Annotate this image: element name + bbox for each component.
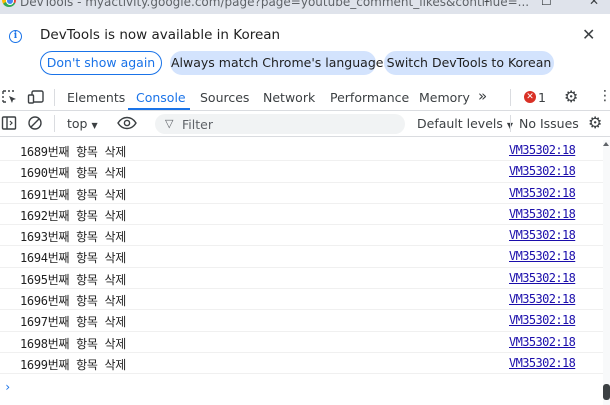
console-message-row: 1692번째 항목 삭제 VM35302:18 xyxy=(0,204,603,226)
console-message-text: 1692번째 항목 삭제 xyxy=(20,208,126,223)
console-message-text: 1694번째 항목 삭제 xyxy=(20,251,126,266)
kebab-menu-icon[interactable]: ⋮ xyxy=(598,89,610,103)
console-message-text: 1697번째 항목 삭제 xyxy=(20,315,126,330)
clear-console-icon[interactable] xyxy=(27,115,45,131)
console-message-row: 1693번째 항목 삭제 VM35302:18 xyxy=(0,225,603,247)
source-link[interactable]: VM35302:18 xyxy=(509,164,576,178)
toolbar-divider xyxy=(54,115,55,132)
infobar-message: DevTools is now available in Korean xyxy=(40,27,281,43)
source-link[interactable]: VM35302:18 xyxy=(509,143,576,157)
filter-icon: ▽ xyxy=(165,117,174,130)
filter-input[interactable] xyxy=(182,116,392,132)
inspect-element-icon[interactable] xyxy=(1,89,19,105)
window-titlebar: DevTools - myactivity.google.com/page?pa… xyxy=(0,0,610,14)
dont-show-again-button[interactable]: Don't show again xyxy=(40,51,162,75)
source-link[interactable]: VM35302:18 xyxy=(509,313,576,327)
console-message-text: 1696번째 항목 삭제 xyxy=(20,294,126,309)
source-link[interactable]: VM35302:18 xyxy=(509,356,576,370)
tab-performance[interactable]: Performance xyxy=(330,90,409,105)
console-message-text: 1690번째 항목 삭제 xyxy=(20,166,126,181)
console-message-row: 1695번째 항목 삭제 VM35302:18 xyxy=(0,268,603,290)
console-message-row: 1699번째 항목 삭제 VM35302:18 xyxy=(0,353,603,375)
error-count[interactable]: 1 xyxy=(538,90,546,105)
tab-network[interactable]: Network xyxy=(263,90,315,105)
console-message-row: 1689번째 항목 삭제 VM35302:18 xyxy=(0,140,603,162)
settings-gear-icon[interactable]: ⚙ xyxy=(564,87,578,106)
context-label: top xyxy=(67,116,88,131)
console-message-row: 1690번째 항목 삭제 VM35302:18 xyxy=(0,161,603,183)
console-message-row: 1694번째 항목 삭제 VM35302:18 xyxy=(0,246,603,268)
error-icon[interactable]: ✕ xyxy=(524,91,536,103)
console-message-text: 1698번째 항목 삭제 xyxy=(20,336,126,351)
console-message-text: 1693번째 항목 삭제 xyxy=(20,230,126,245)
console-message-row: 1696번째 항목 삭제 VM35302:18 xyxy=(0,289,603,311)
window-title: DevTools - myactivity.google.com/page?pa… xyxy=(20,0,530,9)
tab-elements[interactable]: Elements xyxy=(67,90,125,105)
tab-memory[interactable]: Memory xyxy=(419,90,470,105)
maximize-icon[interactable]: ☐ xyxy=(541,0,552,8)
console-message-row: 1697번째 항목 삭제 VM35302:18 xyxy=(0,310,603,332)
language-infobar: i DevTools is now available in Korean ✕ … xyxy=(0,14,610,84)
source-link[interactable]: VM35302:18 xyxy=(509,207,576,221)
filter-box[interactable]: ▽ xyxy=(155,114,405,134)
console-message-text: 1691번째 항목 삭제 xyxy=(20,187,126,202)
scrollbar-thumb[interactable] xyxy=(603,384,610,400)
source-link[interactable]: VM35302:18 xyxy=(509,292,576,306)
console-message-text: 1689번째 항목 삭제 xyxy=(20,145,126,159)
source-link[interactable]: VM35302:18 xyxy=(509,335,576,349)
eye-icon[interactable] xyxy=(117,116,137,130)
console-message-row: 1691번째 항목 삭제 VM35302:18 xyxy=(0,183,603,204)
issues-counter[interactable]: No Issues xyxy=(519,116,579,131)
scroll-up-icon[interactable] xyxy=(603,142,609,146)
toolbar-divider xyxy=(54,89,55,106)
switch-to-korean-button[interactable]: Switch DevTools to Korean xyxy=(384,51,554,75)
source-link[interactable]: VM35302:18 xyxy=(509,249,576,263)
sidebar-toggle-icon[interactable] xyxy=(1,115,19,131)
close-icon[interactable]: ✕ xyxy=(582,26,595,44)
source-link[interactable]: VM35302:18 xyxy=(509,271,576,285)
console-message-row: 1698번째 항목 삭제 VM35302:18 xyxy=(0,332,603,353)
toolbar-divider xyxy=(510,89,511,106)
console-message-text: 1699번째 항목 삭제 xyxy=(20,357,126,372)
console-output[interactable]: 1689번째 항목 삭제 VM35302:18 1690번째 항목 삭제 VM353… xyxy=(0,140,603,405)
default-levels-label: Default levels xyxy=(417,116,503,131)
devtools-tabbar: Elements Console Sources Network Perform… xyxy=(0,84,610,111)
info-icon: i xyxy=(9,30,22,43)
console-settings-gear-icon[interactable]: ⚙ xyxy=(588,113,602,132)
minimize-icon[interactable]: – xyxy=(484,0,490,8)
chrome-logo-icon xyxy=(2,0,16,7)
tab-console[interactable]: Console xyxy=(136,90,186,105)
tab-sources[interactable]: Sources xyxy=(200,90,249,105)
window-close-icon[interactable]: ✕ xyxy=(589,0,599,8)
caret-down-icon: ▼ xyxy=(91,121,98,130)
source-link[interactable]: VM35302:18 xyxy=(509,186,576,200)
console-scrollbar[interactable] xyxy=(603,140,610,405)
console-prompt-icon[interactable]: › xyxy=(4,380,11,394)
console-message-text: 1695번째 항목 삭제 xyxy=(20,272,126,287)
device-toolbar-icon[interactable] xyxy=(27,89,45,105)
toolbar-divider xyxy=(510,115,511,132)
context-selector[interactable]: top ▼ xyxy=(67,116,98,131)
console-filterbar: top▼ ▽ Default levels▼ No Issues ⚙ xyxy=(0,111,610,137)
active-tab-indicator xyxy=(128,108,190,110)
default-levels-dropdown[interactable]: Default levels▼ xyxy=(417,116,513,131)
always-match-language-button[interactable]: Always match Chrome's language xyxy=(170,51,383,75)
source-link[interactable]: VM35302:18 xyxy=(509,228,576,242)
more-tabs-icon[interactable]: » xyxy=(478,87,487,105)
